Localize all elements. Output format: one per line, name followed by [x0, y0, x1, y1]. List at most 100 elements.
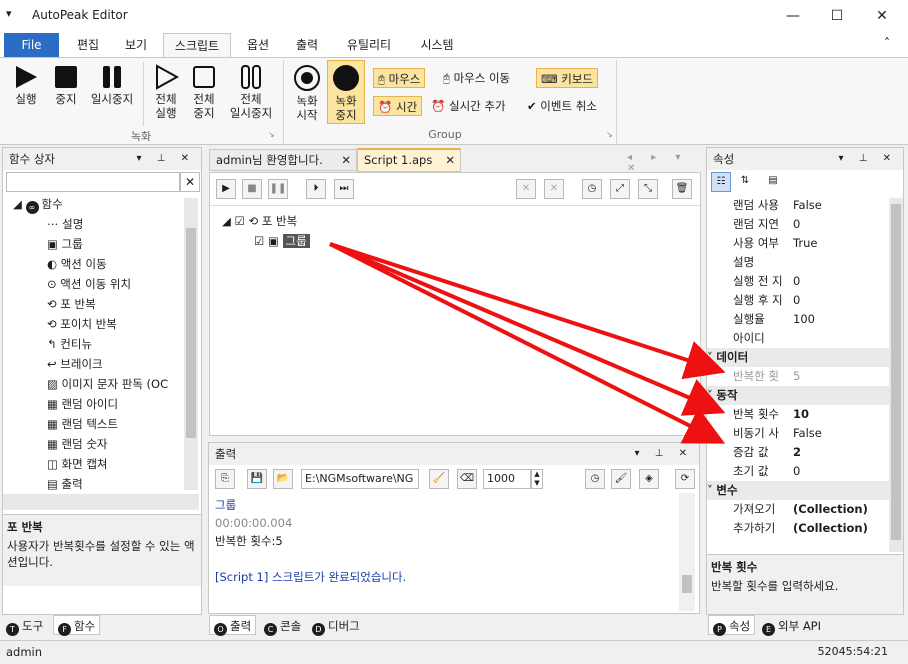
- property-category[interactable]: ˅ 동작: [707, 386, 889, 405]
- tab-external-api[interactable]: E 외부 API: [762, 616, 821, 636]
- tab-functions[interactable]: F 함수: [53, 615, 101, 636]
- property-row[interactable]: 실행 전 지 0: [707, 272, 889, 291]
- property-category[interactable]: ˅ 데이터: [707, 348, 889, 367]
- function-item[interactable]: ▦ 랜덤 숫자: [47, 434, 108, 454]
- collapse-icon[interactable]: ⤡: [638, 179, 658, 199]
- pause-small-icon[interactable]: ❚❚: [268, 179, 288, 199]
- function-item[interactable]: ⟲ 포이치 반복: [47, 314, 117, 334]
- tree-root[interactable]: ◢ ∞ 함수: [13, 194, 63, 214]
- tab-utility[interactable]: 유틸리티: [336, 33, 402, 57]
- realtime-add-button[interactable]: ⏰ 실시간 추가: [431, 96, 506, 116]
- property-row[interactable]: 랜덤 사용 False: [707, 196, 889, 215]
- stop-all-button[interactable]: 전체 중지: [186, 64, 222, 120]
- tab-options[interactable]: 옵션: [236, 33, 280, 57]
- record-start-button[interactable]: 녹화 시작: [289, 64, 325, 122]
- mouse-record-button[interactable]: 🖰 마우스: [373, 68, 426, 88]
- property-row[interactable]: 반복한 횟 5: [707, 367, 889, 386]
- expand-icon[interactable]: ⤢: [610, 179, 630, 199]
- tab-welcome[interactable]: admin님 환영합니다. ✕: [209, 149, 357, 171]
- maximize-button[interactable]: ☐: [815, 0, 859, 32]
- property-row[interactable]: 초기 값 0: [707, 462, 889, 481]
- property-pages-icon[interactable]: ▤: [763, 172, 783, 192]
- function-item[interactable]: ▤ 출력: [47, 474, 83, 494]
- property-value[interactable]: (Collection): [793, 500, 868, 519]
- output-path-field[interactable]: E:\NGMsoftware\NG: [301, 469, 419, 489]
- property-value[interactable]: 2: [793, 443, 801, 462]
- tab-nav-controls[interactable]: ◂ ▸ ▾ ✕: [627, 152, 703, 174]
- stop-button[interactable]: 중지: [48, 64, 84, 106]
- props-panel-controls[interactable]: ▾ ⊥ ✕: [839, 148, 897, 170]
- fill-icon[interactable]: ◈: [639, 469, 659, 489]
- run-button[interactable]: 실행: [8, 64, 44, 106]
- property-row[interactable]: 비동기 사 False: [707, 424, 889, 443]
- tab-console[interactable]: C 콘솔: [264, 616, 301, 636]
- function-item[interactable]: ◫ 화면 캡쳐: [47, 454, 108, 474]
- count-spinner[interactable]: ▲ ▼: [531, 469, 543, 489]
- script-node-group[interactable]: ☑ ▣ 그룹: [254, 231, 310, 251]
- collapse-ribbon-icon[interactable]: ˄: [884, 36, 890, 50]
- tab-edit[interactable]: 편집: [66, 33, 110, 57]
- panel-controls[interactable]: ▾ ⊥ ✕: [137, 148, 195, 170]
- property-value[interactable]: 0: [793, 291, 800, 310]
- property-value[interactable]: False: [793, 196, 822, 215]
- disabled-x-icon-2[interactable]: ✕: [544, 179, 564, 199]
- run-all-button[interactable]: 전체 실행: [148, 64, 184, 120]
- function-item[interactable]: ↰ 컨티뉴: [47, 334, 92, 354]
- property-row[interactable]: 실행 후 지 0: [707, 291, 889, 310]
- property-value[interactable]: 0: [793, 215, 800, 234]
- output-panel-controls[interactable]: ▾ ⊥ ✕: [635, 443, 693, 465]
- play-small-icon[interactable]: ▶: [216, 179, 236, 199]
- group2-launcher-icon[interactable]: ↘: [606, 130, 613, 139]
- function-item[interactable]: ⊙ 액션 이동 위치: [47, 274, 131, 294]
- tab-properties[interactable]: P 속성: [708, 615, 756, 636]
- chevron-down-icon[interactable]: ˅: [707, 483, 716, 497]
- property-row[interactable]: 사용 여부 True: [707, 234, 889, 253]
- minimize-button[interactable]: —: [771, 0, 815, 32]
- time-record-button[interactable]: ⏰ 시간: [373, 96, 423, 116]
- property-row[interactable]: 아이디: [707, 329, 889, 348]
- property-value[interactable]: True: [793, 234, 817, 253]
- tab-script[interactable]: Script 1.aps ✕: [357, 148, 461, 172]
- function-item[interactable]: ◐ 액션 이동: [47, 254, 107, 274]
- script-node-loop[interactable]: ◢ ☑ ⟲ 포 반복: [222, 211, 297, 231]
- sort-alpha-icon[interactable]: ⇅: [735, 172, 755, 192]
- tab-welcome-close-icon[interactable]: ✕: [341, 150, 351, 170]
- property-value[interactable]: 10: [793, 405, 809, 424]
- function-search-input[interactable]: [6, 172, 180, 192]
- chevron-down-icon[interactable]: ˅: [707, 350, 716, 364]
- step-icon[interactable]: ⏵: [306, 179, 326, 199]
- save-icon[interactable]: 💾: [247, 469, 267, 489]
- chevron-down-icon[interactable]: ˅: [707, 388, 716, 402]
- eraser-icon[interactable]: ⌫: [457, 469, 477, 489]
- folder-icon[interactable]: 📂: [273, 469, 293, 489]
- run-to-icon[interactable]: ⏭: [334, 179, 354, 199]
- property-value[interactable]: 5: [793, 367, 800, 386]
- file-tab[interactable]: File: [4, 33, 59, 57]
- tab-script[interactable]: 스크립트: [163, 33, 231, 57]
- property-value[interactable]: 100: [793, 310, 815, 329]
- function-hscrollbar[interactable]: [3, 494, 199, 510]
- output-scrollbar[interactable]: [679, 493, 695, 611]
- line-count-field[interactable]: 1000: [483, 469, 531, 489]
- function-item[interactable]: ⋯ 설명: [47, 214, 83, 234]
- record-stop-button[interactable]: 녹화 중지: [327, 60, 365, 124]
- mouse-move-button[interactable]: 🖰 마우스 이동: [443, 68, 510, 88]
- event-cancel-button[interactable]: ✔ 이벤트 취소: [527, 96, 597, 116]
- clear-search-icon[interactable]: ✕: [180, 172, 200, 192]
- keyboard-record-button[interactable]: ⌨ 키보드: [536, 68, 599, 88]
- categorized-icon[interactable]: ☷: [711, 172, 731, 192]
- property-row[interactable]: 추가하기 (Collection): [707, 519, 889, 538]
- function-item[interactable]: ▦ 랜덤 아이디: [47, 394, 118, 414]
- function-item[interactable]: ▦ 랜덤 텍스트: [47, 414, 118, 434]
- property-row[interactable]: 실행율 100: [707, 310, 889, 329]
- disabled-x-icon-1[interactable]: ✕: [516, 179, 536, 199]
- function-item[interactable]: ▣ 그룹: [47, 234, 83, 254]
- group-launcher-icon[interactable]: ↘: [268, 130, 275, 139]
- pause-button[interactable]: 일시중지: [86, 64, 138, 106]
- tab-output-panel[interactable]: O 출력: [209, 615, 257, 636]
- tab-debug[interactable]: D 디버그: [312, 616, 360, 636]
- clock-small-icon[interactable]: ◷: [585, 469, 605, 489]
- stop-small-icon[interactable]: ■: [242, 179, 262, 199]
- property-row[interactable]: 랜덤 지연 0: [707, 215, 889, 234]
- function-item[interactable]: ⟲ 포 반복: [47, 294, 96, 314]
